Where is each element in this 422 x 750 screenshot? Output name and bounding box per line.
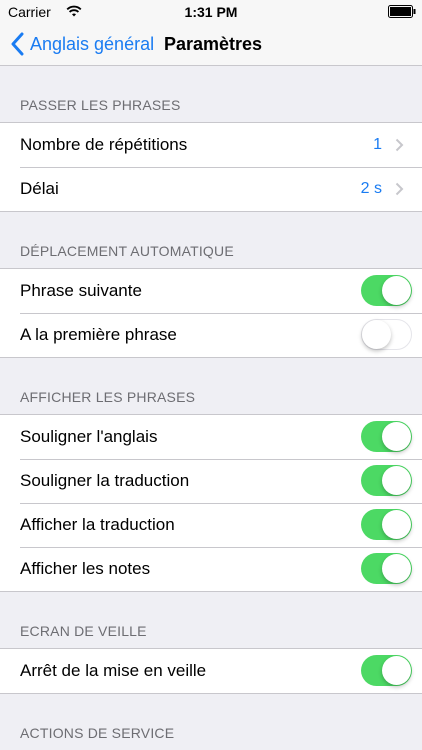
row-label: Délai	[20, 179, 59, 198]
arret-veille-toggle[interactable]	[361, 655, 412, 686]
settings-list: PASSER LES PHRASES Nombre de répétitions…	[0, 66, 422, 750]
souligner-traduction-toggle[interactable]	[361, 465, 412, 496]
row-delai[interactable]: Délai 2 s	[0, 167, 422, 211]
chevron-right-icon	[395, 182, 404, 196]
group-veille: Arrêt de la mise en veille	[0, 648, 422, 694]
phrase-suivante-toggle[interactable]	[361, 275, 412, 306]
section-header-veille: ECRAN DE VEILLE	[20, 623, 147, 639]
souligner-anglais-toggle[interactable]	[361, 421, 412, 452]
back-button[interactable]: Anglais général	[10, 30, 154, 58]
premiere-phrase-toggle[interactable]	[361, 319, 412, 350]
row-souligner-anglais: Souligner l'anglais	[0, 415, 422, 459]
page-title: Paramètres	[164, 34, 263, 54]
status-time: 1:31 PM	[184, 4, 238, 20]
group-passer: Nombre de répétitions 1 Délai 2 s	[0, 122, 422, 212]
row-label: Nombre de répétitions	[20, 135, 188, 154]
afficher-notes-toggle[interactable]	[361, 553, 412, 584]
row-phrase-suivante: Phrase suivante	[0, 269, 422, 313]
row-label: Arrêt de la mise en veille	[20, 661, 207, 680]
back-button-label: Anglais général	[30, 33, 155, 54]
section-header-afficher: AFFICHER LES PHRASES	[20, 389, 196, 405]
row-label: Phrase suivante	[20, 281, 142, 300]
chevron-right-icon	[395, 138, 404, 152]
afficher-traduction-toggle[interactable]	[361, 509, 412, 540]
row-value: 2 s	[360, 180, 382, 197]
section-header-actions: ACTIONS DE SERVICE	[20, 725, 175, 741]
row-label: Afficher les notes	[20, 559, 151, 578]
status-bar: Carrier 1:31 PM	[0, 0, 422, 24]
navigation-bar: Anglais général Paramètres	[0, 24, 422, 66]
row-afficher-traduction: Afficher la traduction	[0, 503, 422, 547]
row-souligner-traduction: Souligner la traduction	[0, 459, 422, 503]
row-premiere-phrase: A la première phrase	[0, 313, 422, 357]
battery-icon	[388, 5, 416, 18]
row-label: Souligner l'anglais	[20, 427, 158, 446]
row-value: 1	[373, 136, 382, 153]
row-afficher-notes: Afficher les notes	[0, 547, 422, 591]
chevron-left-icon	[11, 32, 24, 56]
row-arret-veille: Arrêt de la mise en veille	[0, 649, 422, 693]
group-deplacement: Phrase suivante A la première phrase	[0, 268, 422, 358]
row-label: Afficher la traduction	[20, 515, 175, 534]
section-header-deplacement: DÉPLACEMENT AUTOMATIQUE	[20, 243, 234, 259]
row-repetitions[interactable]: Nombre de répétitions 1	[0, 123, 422, 167]
section-header-passer: PASSER LES PHRASES	[20, 97, 181, 113]
row-label: A la première phrase	[20, 325, 177, 344]
group-afficher: Souligner l'anglais Souligner la traduct…	[0, 414, 422, 592]
row-label: Souligner la traduction	[20, 471, 190, 490]
